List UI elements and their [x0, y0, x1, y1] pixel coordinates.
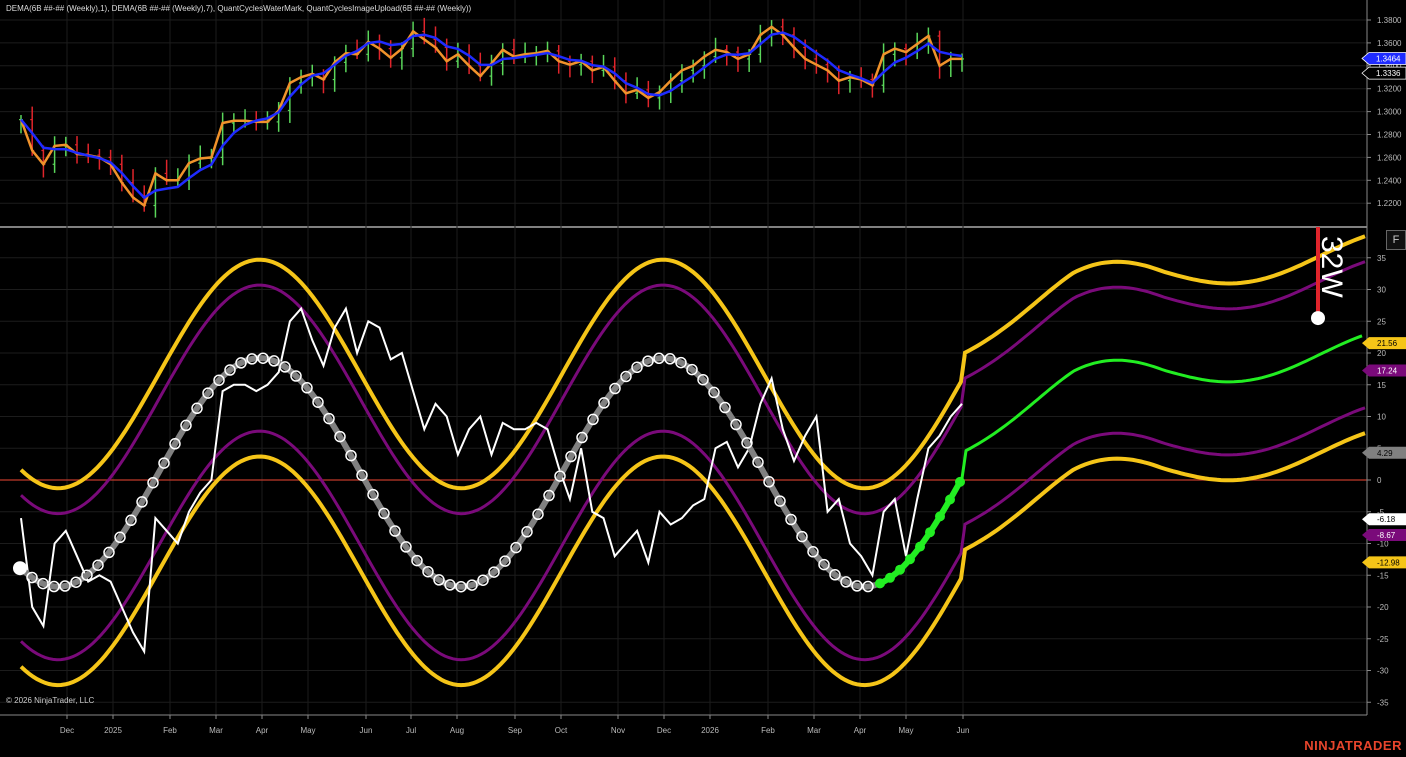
cycle-recent-dot [915, 541, 925, 552]
price-tick-label: 1.3600 [1377, 39, 1402, 48]
x-tick-label: Dec [657, 726, 671, 735]
cycle-recent-dot [935, 511, 945, 522]
x-tick-label: May [898, 726, 913, 735]
x-tick-label: Dec [60, 726, 74, 735]
x-tick-label: Mar [209, 726, 223, 735]
price-tag: 1.3464 [1361, 52, 1406, 65]
osc-tick-label: -15 [1377, 571, 1389, 580]
osc-value-tag: -6.18 [1362, 513, 1406, 526]
osc-tick-label: -30 [1377, 667, 1389, 676]
price-tick-label: 1.3800 [1377, 16, 1402, 25]
osc-tick-label: -20 [1377, 603, 1389, 612]
osc-tick-label: -25 [1377, 635, 1389, 644]
price-tick-label: 1.3000 [1377, 108, 1402, 117]
chart-canvas: 32W Dec 2025 Feb Mar Apr May Jun Jul Aug Sep Oct No… [0, 0, 1406, 735]
osc-value-tag-label: 17.24 [1377, 367, 1398, 376]
price-tag-label: 1.3464 [1376, 54, 1401, 63]
ninjatrader-logo: NINJATRADER [1304, 738, 1402, 753]
osc-tick-label: 25 [1377, 317, 1386, 326]
osc-value-tag-label: 21.56 [1377, 339, 1398, 348]
osc-tick-label: 10 [1377, 413, 1386, 422]
indicator-legend: DEMA(6B ##-## (Weekly),1), DEMA(6B ##-##… [6, 4, 472, 13]
cycle-start-marker [13, 561, 27, 576]
f-button[interactable]: F [1386, 230, 1406, 250]
price-tick-label: 1.2200 [1377, 199, 1402, 208]
cycle-recent-dot [875, 578, 885, 589]
cycle-recent-dot [895, 564, 905, 575]
osc-tick-label: 15 [1377, 381, 1386, 390]
outer-lower-band [19, 431, 1366, 688]
x-tick-label: Apr [854, 726, 867, 735]
osc-value-tag-label: 4.29 [1377, 449, 1393, 458]
x-tick-label: Oct [555, 726, 568, 735]
cycle-recent-dot [885, 572, 895, 583]
x-tick-label: May [300, 726, 315, 735]
inner-lower-band [19, 406, 1366, 662]
osc-value-tag: -12.98 [1362, 556, 1406, 569]
osc-value-tag: 21.56 [1362, 337, 1406, 350]
cycle-projection-line [960, 334, 1363, 479]
cycle-recent-dot [925, 527, 935, 538]
osc-value-tag: 4.29 [1362, 446, 1406, 459]
osc-tick-label: 20 [1377, 349, 1386, 358]
osc-tick-label: 30 [1377, 286, 1386, 295]
axes: Dec 2025 Feb Mar Apr May Jun Jul Aug Sep Oct Nov Dec… [0, 0, 1406, 735]
x-tick-label: Jun [957, 726, 970, 735]
x-tick-label: Jul [406, 726, 416, 735]
cycle-period-label: 32W [1315, 236, 1348, 298]
cycle-recent-dot [945, 494, 955, 505]
dema-fast-line [19, 25, 962, 208]
price-tag: 1.3336 [1361, 66, 1406, 80]
x-tick-label: Nov [611, 726, 625, 735]
price-tag-label: 1.3336 [1376, 69, 1401, 78]
x-tick-label: Mar [807, 726, 821, 735]
x-tick-label: 2025 [104, 726, 122, 735]
price-tick-label: 1.2400 [1377, 176, 1402, 185]
copyright-text: © 2026 NinjaTrader, LLC [6, 696, 95, 705]
osc-value-tag-label: -6.18 [1377, 515, 1396, 524]
price-panel [19, 17, 964, 218]
cycle-peak-marker [1311, 311, 1325, 326]
x-tick-label: 2026 [701, 726, 719, 735]
x-tick-label: Feb [163, 726, 177, 735]
cycle-recent-dot [905, 554, 915, 565]
x-tick-label: Feb [761, 726, 775, 735]
osc-tick-label: 0 [1377, 476, 1382, 485]
osc-value-tag: -8.67 [1362, 529, 1406, 542]
osc-value-tag: 17.24 [1362, 364, 1406, 377]
osc-tick-label: 35 [1377, 254, 1386, 263]
price-tick-label: 1.2800 [1377, 131, 1402, 140]
price-tick-label: 1.2600 [1377, 153, 1402, 162]
x-tick-label: Aug [450, 726, 464, 735]
x-tick-label: Sep [508, 726, 523, 735]
price-tick-label: 1.3200 [1377, 85, 1402, 94]
x-tick-label: Jun [360, 726, 373, 735]
x-tick-label: Apr [256, 726, 269, 735]
osc-tick-label: -35 [1377, 698, 1389, 707]
cycle-oscillator-panel: 32W [0, 227, 1367, 688]
osc-value-tag-label: -12.98 [1377, 558, 1400, 567]
osc-value-tag-label: -8.67 [1377, 531, 1396, 540]
